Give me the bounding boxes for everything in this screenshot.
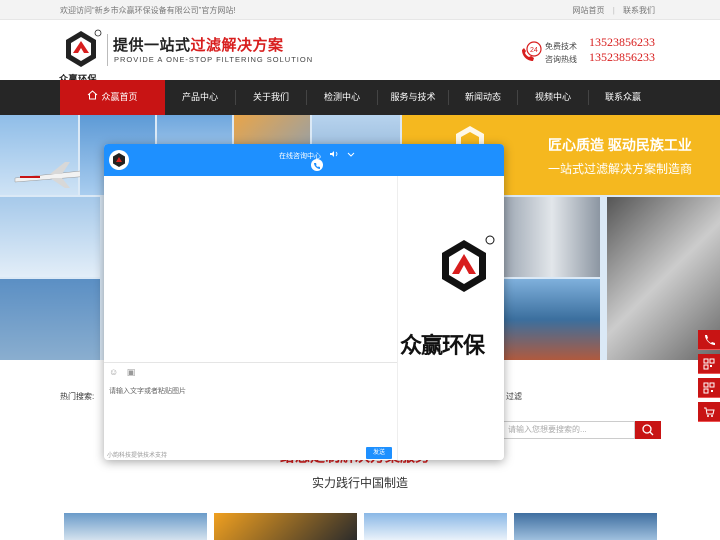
nav-item-home[interactable]: 众赢首页	[60, 80, 165, 115]
brand-logo-icon	[113, 153, 125, 167]
chat-header[interactable]: 在线咨询中心	[104, 144, 504, 176]
nav-item-contact[interactable]: 联系众赢	[589, 80, 657, 115]
chat-input-placeholder[interactable]: 请输入文字或者粘贴图片	[109, 386, 186, 396]
section-subtitle: 实力践行中国制造	[312, 476, 409, 490]
slogan-divider	[107, 34, 108, 66]
speaker-icon[interactable]	[329, 151, 341, 160]
image-icon[interactable]: ▣	[127, 367, 136, 377]
cart-icon	[704, 407, 715, 417]
top-links: 网站首页 | 联系我们	[566, 5, 655, 16]
search-icon	[642, 424, 654, 436]
home-icon	[87, 80, 98, 115]
hotline-labels: 免费技术 咨询热线	[545, 40, 577, 66]
nav-item-products[interactable]: 产品中心	[165, 80, 235, 115]
brand-logo-icon	[442, 235, 495, 292]
slogan: 提供一站式过滤解决方案	[113, 34, 284, 55]
side-cart-button[interactable]	[698, 402, 720, 422]
hot-search-label: 热门搜索:	[60, 392, 95, 401]
hot-search-keyword[interactable]: 过滤	[506, 391, 522, 402]
chat-input-area[interactable]: ☺ ▣ 请输入文字或者粘贴图片 小韵科技提供技术支持 发送	[104, 362, 397, 460]
side-qrcode-button[interactable]	[698, 354, 720, 374]
top-bar: 欢迎访问“新乡市众赢环保设备有限公司”官方网站! 网站首页 | 联系我们	[0, 0, 720, 20]
chat-call-icon[interactable]	[311, 159, 323, 171]
welcome-text: 欢迎访问“新乡市众赢环保设备有限公司”官方网站!	[60, 6, 236, 15]
slogan-part-a: 提供一站式	[113, 37, 191, 54]
case-thumbnail[interactable]	[214, 513, 357, 540]
slogan-english: PROVIDE A ONE-STOP FILTERING SOLUTION	[114, 55, 314, 64]
hotline-badge: 24	[530, 47, 538, 54]
search-input[interactable]: 请输入您想要搜索的...	[503, 421, 635, 439]
chat-brand-panel	[397, 176, 504, 460]
nav-item-service[interactable]: 服务与技术	[378, 80, 448, 115]
nav-item-testing[interactable]: 检测中心	[307, 80, 377, 115]
phone-icon	[705, 335, 715, 345]
chevron-down-icon[interactable]	[347, 152, 355, 160]
brand-logo-icon[interactable]	[60, 28, 102, 70]
case-thumbnail[interactable]	[514, 513, 657, 540]
online-chat-window[interactable]: 在线咨询中心 众赢环保 ☺ ▣ 请输入文字或者粘贴图片 小韵科技提供技术支持 发…	[104, 144, 504, 460]
banner-tile-sky	[0, 197, 100, 277]
chat-powered-by: 小韵科技提供技术支持	[107, 453, 168, 459]
side-qrcode-button[interactable]	[698, 378, 720, 398]
case-thumbnail[interactable]	[364, 513, 507, 540]
phone-24h-icon: 24	[522, 41, 542, 61]
banner-subline: 一站式过滤解决方案制造商	[548, 162, 693, 176]
qrcode-icon	[703, 358, 715, 370]
nav-item-news[interactable]: 新闻动态	[449, 80, 517, 115]
slogan-part-b: 过滤解决方案	[190, 37, 284, 54]
top-link-contact[interactable]: 联系我们	[623, 6, 655, 15]
search-button[interactable]	[635, 421, 661, 439]
site-header: 众赢环保 提供一站式过滤解决方案 PROVIDE A ONE-STOP FILT…	[0, 20, 720, 84]
qrcode-icon	[703, 382, 715, 394]
chat-send-button[interactable]: 发送	[366, 447, 392, 459]
hotline-number-1[interactable]: 13523856233	[589, 35, 655, 50]
banner-tile-pipes	[504, 197, 600, 277]
emoji-icon[interactable]: ☺	[109, 367, 118, 377]
main-nav: 众赢首页 产品中心 关于我们 检测中心 服务与技术 新闻动态 视频中心 联系众赢	[0, 80, 720, 115]
hotline-number-2[interactable]: 13523856233	[589, 50, 655, 65]
banner-tile-harbor	[504, 279, 600, 360]
top-link-home[interactable]: 网站首页	[572, 6, 604, 15]
nav-item-video[interactable]: 视频中心	[518, 80, 588, 115]
hotline-label-2: 咨询热线	[545, 55, 577, 64]
side-phone-button[interactable]	[698, 330, 720, 350]
chat-brand-word: 众赢环保	[400, 333, 485, 358]
banner-tile-plant	[0, 279, 100, 360]
chat-avatar	[109, 150, 129, 170]
top-link-separator: |	[612, 6, 615, 15]
page: 欢迎访问“新乡市众赢环保设备有限公司”官方网站! 网站首页 | 联系我们 众赢环…	[0, 0, 720, 540]
chat-message-area[interactable]	[104, 176, 397, 362]
case-thumbnail[interactable]	[64, 513, 207, 540]
hotline-label-1: 免费技术	[545, 42, 577, 51]
banner-headline: 匠心质造 驱动民族工业	[548, 137, 692, 153]
hotline-numbers: 13523856233 13523856233	[589, 35, 655, 65]
chat-tools: ☺ ▣	[109, 367, 135, 378]
nav-item-about[interactable]: 关于我们	[236, 80, 306, 115]
nav-label-home: 众赢首页	[101, 92, 138, 102]
